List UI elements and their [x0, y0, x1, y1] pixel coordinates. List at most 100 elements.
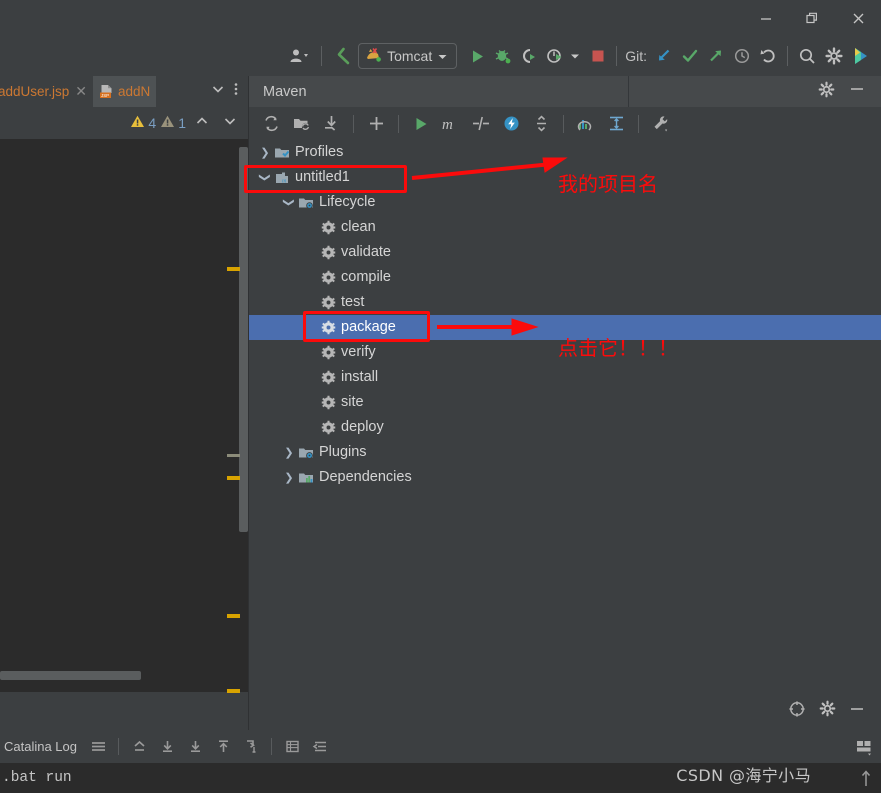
run-maven-build-icon[interactable] [407, 111, 435, 137]
scroll-down-icon[interactable] [182, 735, 208, 759]
editor-area[interactable] [0, 139, 248, 693]
download-sources-icon[interactable] [317, 111, 345, 137]
run-configuration-selector[interactable]: Tomcat [358, 43, 458, 69]
expand-icon[interactable] [602, 111, 630, 137]
header-divider [628, 76, 629, 107]
hide-icon[interactable] [849, 81, 865, 102]
add-maven-project-icon[interactable] [362, 111, 390, 137]
profile-button[interactable] [542, 42, 568, 70]
locate-icon[interactable] [788, 700, 806, 723]
tree-node-validate[interactable]: validate [249, 240, 881, 265]
execute-maven-goal-icon[interactable]: m [437, 111, 465, 137]
chevron-down-icon[interactable] [210, 81, 226, 102]
layout-icon[interactable] [851, 735, 877, 759]
run-tab-catalina-log[interactable]: Catalina Log [0, 739, 83, 754]
scroll-to-end-icon[interactable] [154, 735, 180, 759]
tree-node-label: untitled1 [295, 169, 350, 185]
chevron-right-icon[interactable]: ❯ [257, 146, 273, 159]
annotation-text-package: 点击它！！！ [558, 336, 678, 360]
tree-node-label: package [341, 319, 396, 335]
chevron-right-icon[interactable]: ❯ [281, 471, 297, 484]
weak-warning-count[interactable]: 1 [160, 114, 186, 132]
update-project-icon[interactable] [651, 42, 677, 70]
reload-all-maven-projects-icon[interactable] [257, 111, 285, 137]
soft-wrap-icon[interactable] [85, 735, 111, 759]
profile-dropdown-icon[interactable] [568, 42, 582, 70]
run-button[interactable] [465, 42, 490, 70]
toggle-skip-tests-icon[interactable] [467, 111, 495, 137]
align-icon[interactable] [307, 735, 333, 759]
editor-tab-strip: addUser.jsp ✕ JSP addN [0, 76, 248, 107]
run-with-coverage-button[interactable] [516, 42, 542, 70]
back-arrow-icon[interactable] [328, 42, 358, 70]
toolbar-separator [271, 738, 272, 755]
user-settings-icon[interactable] [285, 42, 315, 70]
tree-node-label: site [341, 394, 364, 410]
next-highlight-icon[interactable] [218, 113, 242, 134]
close-icon[interactable]: ✕ [75, 83, 87, 100]
editor-tab-adduser-jsp[interactable]: addUser.jsp ✕ [0, 76, 93, 107]
ide-settings-icon[interactable] [847, 42, 881, 70]
gear-icon[interactable] [819, 700, 836, 722]
toggle-offline-mode-icon[interactable] [497, 111, 525, 137]
tree-node-label: Lifecycle [319, 194, 376, 210]
tree-node-label: test [341, 294, 365, 310]
tree-node-test[interactable]: test [249, 290, 881, 315]
restore-icon[interactable] [789, 0, 835, 36]
tree-node-label: Plugins [319, 444, 367, 460]
editor-horizontal-scrollbar[interactable] [0, 670, 248, 682]
chevron-down-icon[interactable]: ❯ [283, 195, 296, 211]
scrollbar-thumb[interactable] [0, 671, 141, 680]
tree-node-compile[interactable]: compile [249, 265, 881, 290]
rollback-icon[interactable] [755, 42, 781, 70]
chevron-down-icon[interactable]: ❯ [259, 170, 272, 186]
stripe-mark[interactable] [227, 614, 240, 618]
tree-node-profiles[interactable]: ❯ Profiles [249, 140, 881, 165]
toolbar-separator-git [616, 46, 618, 66]
generate-sources-icon[interactable] [287, 111, 315, 137]
scroll-to-top-icon[interactable] [210, 735, 236, 759]
push-icon[interactable] [703, 42, 729, 70]
previous-highlight-icon[interactable] [190, 113, 214, 134]
stripe-mark[interactable] [227, 267, 240, 271]
search-icon[interactable] [794, 42, 821, 70]
history-icon[interactable] [729, 42, 755, 70]
tree-node-dependencies[interactable]: ❯ Dependencies [249, 465, 881, 490]
debug-button[interactable] [490, 42, 516, 70]
warning-count[interactable]: 4 [130, 114, 156, 132]
gear-icon[interactable] [821, 42, 847, 70]
tree-node-install[interactable]: install [249, 365, 881, 390]
hide-icon[interactable] [849, 701, 865, 722]
maven-settings-icon[interactable] [647, 111, 675, 137]
print-icon[interactable] [238, 735, 264, 759]
maven-project-icon: m [273, 170, 291, 186]
show-dependencies-icon[interactable] [572, 111, 600, 137]
tree-node-plugins[interactable]: ❯ Plugins [249, 440, 881, 465]
tree-node-label: validate [341, 244, 391, 260]
csdn-watermark: CSDN @海宁小马 [676, 766, 811, 785]
maven-project-tree[interactable]: ❯ Profiles ❯ m untitled1 ❯ Lifecycle cle… [248, 140, 881, 692]
toolbar-separator [563, 114, 564, 133]
stop-button[interactable] [586, 42, 610, 70]
stripe-mark[interactable] [227, 689, 240, 693]
commit-icon[interactable] [677, 42, 703, 70]
stripe-mark[interactable] [227, 476, 240, 480]
tree-node-label: deploy [341, 419, 384, 435]
error-stripe-gutter[interactable] [227, 139, 240, 693]
stripe-mark[interactable] [227, 454, 240, 457]
more-vertical-icon[interactable] [228, 81, 244, 102]
scroll-up-icon[interactable] [126, 735, 152, 759]
chevron-right-icon[interactable]: ❯ [281, 446, 297, 459]
clear-all-icon[interactable] [279, 735, 305, 759]
tree-node-deploy[interactable]: deploy [249, 415, 881, 440]
collapse-all-icon[interactable] [527, 111, 555, 137]
editor-vertical-scrollbar[interactable] [239, 147, 248, 532]
scroll-to-top-icon[interactable] [853, 763, 879, 793]
main-toolbar: Tomcat Git: [0, 36, 881, 76]
gear-icon[interactable] [818, 81, 835, 103]
minimize-icon[interactable] [743, 0, 789, 36]
close-icon[interactable] [835, 0, 881, 36]
tree-node-site[interactable]: site [249, 390, 881, 415]
editor-tab-addn[interactable]: JSP addN [93, 76, 157, 107]
tree-node-clean[interactable]: clean [249, 215, 881, 240]
